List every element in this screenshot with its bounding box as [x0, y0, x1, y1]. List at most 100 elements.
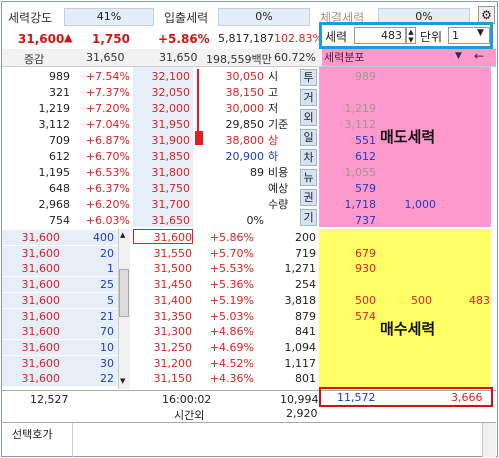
buy-force-1: 930 — [355, 262, 376, 276]
strength-value: 41% — [64, 8, 154, 26]
sell-force-1: 737 — [355, 214, 376, 227]
info-value — [204, 197, 264, 213]
sell-price[interactable]: 32,100 — [134, 69, 191, 85]
arrow-left-icon[interactable]: ← — [474, 49, 484, 63]
buy-qty: 1,271 — [284, 262, 317, 276]
tab-1[interactable]: 거 — [300, 89, 317, 106]
buy-force-3: 483 — [469, 293, 490, 307]
buy-price[interactable]: 31,150 — [134, 371, 193, 387]
tab-4[interactable]: 차 — [300, 149, 317, 166]
sell-force-1: 612 — [355, 150, 376, 163]
sell-pct: +7.04% — [85, 118, 130, 131]
sell-price[interactable]: 31,850 — [134, 149, 191, 165]
buy-price[interactable]: 31,400 — [134, 293, 193, 309]
sell-force-1: 1,055 — [344, 166, 377, 179]
info-value: 30,000 — [225, 102, 265, 115]
sell-price[interactable]: 32,000 — [134, 101, 191, 117]
sell-price[interactable]: 31,900 — [134, 133, 191, 149]
tab-0[interactable]: 투 — [300, 69, 317, 86]
history-qty: 10 — [100, 340, 114, 354]
history-price: 31,600 — [21, 325, 61, 339]
tab-2[interactable]: 외 — [300, 109, 317, 126]
chevron-down-icon[interactable]: ▼ — [455, 51, 462, 61]
history-price: 31,600 — [21, 278, 61, 292]
sell-force-1: 3,112 — [344, 118, 377, 131]
current-price: 31,600 — [18, 32, 65, 46]
history-price: 31,600 — [21, 246, 61, 260]
buy-pct: +4.52% — [209, 356, 254, 370]
sell-pct: +7.37% — [85, 86, 130, 99]
sell-price[interactable]: 32,050 — [134, 85, 191, 101]
history-qty: 22 — [100, 372, 114, 386]
buy-pct: +5.19% — [209, 293, 254, 307]
buy-price[interactable]: 31,500 — [134, 261, 193, 277]
info-label: 하 — [268, 150, 279, 163]
sell-pct: +7.54% — [85, 70, 130, 83]
force-sum-2: 3,666 — [451, 391, 483, 404]
info-value: 20,900 — [225, 150, 265, 163]
history-qty: 5 — [107, 293, 114, 307]
info-label: 시 — [268, 70, 279, 83]
sell-pct: +7.20% — [85, 102, 130, 115]
sell-price[interactable]: 31,650 — [134, 213, 191, 229]
sell-force-2: 1,000 — [404, 198, 437, 211]
sell-qty: 989 — [49, 70, 70, 83]
buy-price[interactable]: 31,450 — [134, 277, 193, 293]
distribution-header: 세력분포 — [322, 49, 496, 66]
sell-force-1: 989 — [355, 70, 376, 83]
sell-price[interactable]: 31,750 — [134, 181, 191, 197]
force-spinner-icon[interactable]: ▲ ▼ — [406, 27, 416, 44]
scroll-thumb[interactable] — [119, 269, 129, 317]
chevron-down-icon[interactable]: ▼ — [477, 28, 484, 38]
buy-force-1: 679 — [355, 246, 376, 260]
amount-header: 198,559백만 — [206, 53, 272, 66]
tab-5[interactable]: 뉴 — [300, 169, 317, 186]
sell-pct: +6.53% — [85, 166, 130, 179]
range-bar — [197, 69, 199, 131]
info-value: 30,050 — [225, 70, 265, 83]
info-value — [204, 181, 264, 197]
history-price: 31,600 — [21, 293, 61, 307]
scroll-down-icon[interactable]: ▼ — [120, 377, 125, 385]
volume: 5,817,187 — [218, 32, 274, 45]
buy-price[interactable]: 31,350 — [134, 309, 193, 325]
inout-label: 입출세력 — [164, 11, 209, 25]
sell-price[interactable]: 31,800 — [134, 165, 191, 181]
buy-price[interactable]: 31,200 — [134, 356, 193, 372]
history-qty: 70 — [100, 325, 114, 339]
history-qty: 30 — [100, 356, 114, 370]
buy-price[interactable]: 31,300 — [134, 324, 193, 340]
buy-qty: 3,818 — [284, 293, 317, 307]
inout-value: 0% — [218, 8, 310, 26]
price-change-pct: +5.86% — [158, 32, 210, 46]
buy-force-1: 500 — [355, 293, 376, 307]
tab-6[interactable]: 권 — [300, 189, 317, 206]
info-label: 저 — [268, 102, 279, 115]
tab-3[interactable]: 일 — [300, 129, 317, 146]
sell-pct: +6.37% — [85, 182, 130, 195]
force-control: 세력 483 ▲ ▼ 단위 1 ▼ — [319, 22, 493, 49]
select-scrollbar[interactable] — [482, 423, 496, 457]
buy-price[interactable]: 31,250 — [134, 340, 193, 356]
scroll-up-icon[interactable]: ▲ — [120, 231, 125, 239]
tab-7[interactable]: 기 — [300, 209, 317, 226]
sell-pct: +6.70% — [85, 150, 130, 163]
history-qty: 400 — [93, 231, 114, 244]
buy-pct: +4.36% — [209, 372, 254, 386]
buy-pct: +5.86% — [209, 231, 254, 244]
history-scrollbar[interactable]: ▲ ▼ — [118, 229, 130, 389]
sell-price[interactable]: 31,950 — [134, 117, 191, 133]
history-price: 31,600 — [21, 372, 61, 386]
history-price: 31,600 — [21, 340, 61, 354]
info-label: 비용 — [268, 166, 289, 179]
sell-price[interactable]: 31,700 — [134, 197, 191, 213]
sell-force-1: 1,219 — [344, 102, 377, 115]
history-qty: 21 — [100, 309, 114, 323]
info-value: 0% — [246, 214, 264, 227]
sell-qty: 321 — [49, 86, 70, 99]
divider — [72, 423, 73, 457]
sell-force-1: 1,718 — [344, 198, 377, 211]
force-input[interactable]: 483 — [354, 27, 406, 44]
info-value: 38,800 — [225, 134, 265, 147]
buy-price[interactable]: 31,550 — [134, 246, 193, 262]
